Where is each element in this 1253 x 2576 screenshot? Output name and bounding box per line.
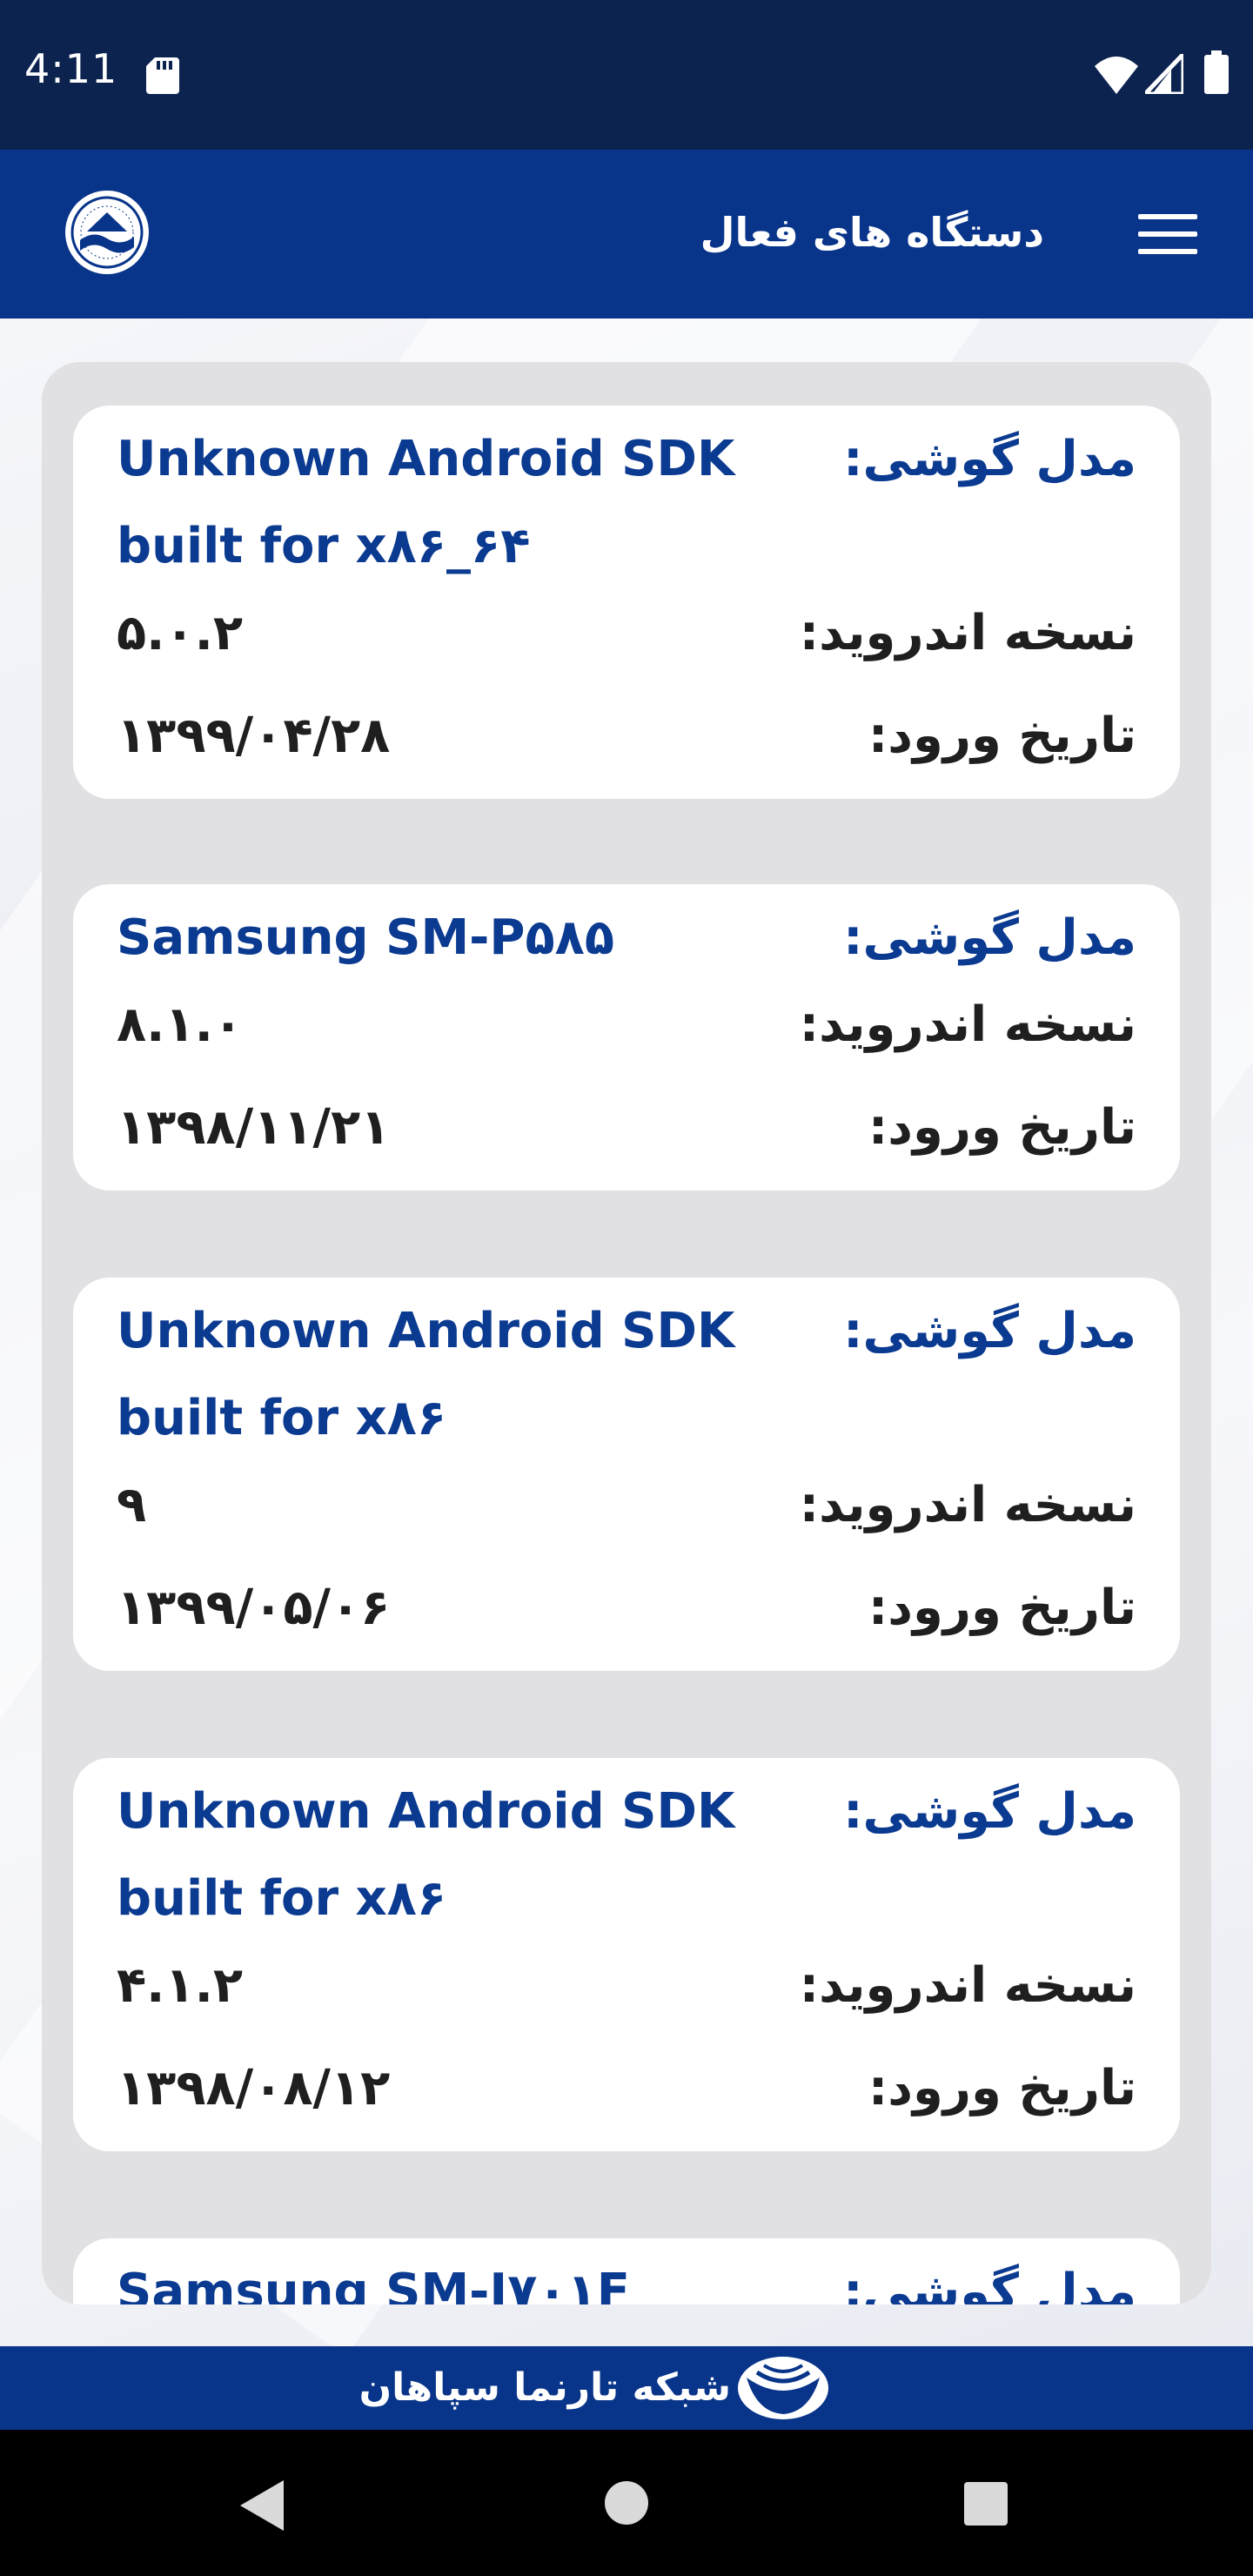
home-icon[interactable] — [604, 2480, 649, 2526]
recents-icon[interactable] — [964, 2482, 1008, 2526]
tarnama-logo — [738, 2357, 828, 2419]
wifi-icon — [1095, 57, 1138, 94]
signal-icon — [1145, 54, 1183, 94]
login-date-label: تاریخ ورود: — [868, 2060, 1136, 2116]
device-card: مدل گوشی: Unknown Android SDK built for … — [73, 1758, 1180, 2151]
model-label: مدل گوشی: — [843, 2264, 1136, 2304]
android-version-value: ۹ — [117, 1477, 147, 1533]
model-row: مدل گوشی: Unknown Android SDK built for … — [73, 416, 1180, 590]
back-icon[interactable] — [235, 2477, 287, 2534]
status-time: 4:11 — [24, 45, 118, 92]
login-date-label: تاریخ ورود: — [868, 1099, 1136, 1156]
footer: شبکه تارنما سپاهان — [0, 2346, 1253, 2430]
devices-list[interactable]: مدل گوشی: Unknown Android SDK built for … — [42, 362, 1211, 2304]
model-value: Samsung SM-P۵۸۵ — [117, 909, 615, 966]
model-value: Unknown Android SDK built for x۸۶ — [117, 1303, 735, 1446]
model-value: Unknown Android SDK built for x۸۶ — [117, 1783, 735, 1927]
android-version-value: ۵.۰.۲ — [117, 605, 244, 661]
login-date-label: تاریخ ورود: — [868, 708, 1136, 764]
model-row: مدل گوشی: Samsung SM-P۵۸۵ — [73, 895, 1180, 982]
status-bar: 4:11 — [0, 0, 1253, 150]
android-version-label: نسخه اندروید: — [799, 996, 1136, 1053]
android-version-row: نسخه اندروید: ۸.۱.۰ — [73, 982, 1180, 1069]
model-value: Unknown Android SDK built for x۸۶_۶۴ — [117, 431, 735, 574]
login-date-row: تاریخ ورود: ۱۳۹۹/۰۵/۰۶ — [73, 1565, 1180, 1652]
battery-icon — [1204, 50, 1229, 94]
model-label: مدل گوشی: — [843, 909, 1136, 966]
model-value: Samsung SM-J۷۰۱F — [117, 2264, 631, 2304]
device-card: مدل گوشی: Unknown Android SDK built for … — [73, 406, 1180, 799]
login-date-row: تاریخ ورود: ۱۳۹۸/۰۸/۱۲ — [73, 2045, 1180, 2132]
login-date-row: تاریخ ورود: ۱۳۹۸/۱۱/۲۱ — [73, 1084, 1180, 1171]
model-row: مدل گوشی: Unknown Android SDK built for … — [73, 1768, 1180, 1942]
content-area: مدل گوشی: Unknown Android SDK built for … — [0, 319, 1253, 2346]
model-label: مدل گوشی: — [843, 1303, 1136, 1359]
login-date-value: ۱۳۹۹/۰۴/۲۸ — [117, 708, 391, 764]
login-date-value: ۱۳۹۹/۰۵/۰۶ — [117, 1580, 391, 1636]
android-version-row: نسخه اندروید: ۵.۰.۲ — [73, 590, 1180, 677]
model-label: مدل گوشی: — [843, 1783, 1136, 1840]
hamburger-menu-icon[interactable] — [1131, 209, 1204, 261]
android-version-value: ۴.۱.۲ — [117, 1957, 244, 2014]
android-version-value: ۸.۱.۰ — [117, 996, 244, 1053]
login-date-value: ۱۳۹۸/۰۸/۱۲ — [117, 2060, 391, 2116]
device-card: مدل گوشی: Samsung SM-P۵۸۵ نسخه اندروید: … — [73, 884, 1180, 1191]
device-card: مدل گوشی: Samsung SM-J۷۰۱F — [73, 2238, 1180, 2304]
android-version-label: نسخه اندروید: — [799, 1957, 1136, 2014]
login-date-label: تاریخ ورود: — [868, 1580, 1136, 1636]
login-date-value: ۱۳۹۸/۱۱/۲۱ — [117, 1099, 391, 1156]
login-date-row: تاریخ ورود: ۱۳۹۹/۰۴/۲۸ — [73, 693, 1180, 780]
footer-text: شبکه تارنما سپاهان — [358, 2365, 731, 2410]
page-title: دستگاه های فعال — [700, 209, 1044, 256]
sd-card-icon — [146, 57, 179, 94]
model-label: مدل گوشی: — [843, 431, 1136, 487]
android-version-row: نسخه اندروید: ۹ — [73, 1462, 1180, 1549]
water-company-logo — [65, 191, 149, 274]
system-nav-bar — [0, 2430, 1253, 2576]
device-card: مدل گوشی: Unknown Android SDK built for … — [73, 1278, 1180, 1671]
model-row: مدل گوشی: Samsung SM-J۷۰۱F — [73, 2249, 1180, 2304]
android-version-label: نسخه اندروید: — [799, 1477, 1136, 1533]
app-bar: دستگاه های فعال — [0, 150, 1253, 319]
android-version-label: نسخه اندروید: — [799, 605, 1136, 661]
model-row: مدل گوشی: Unknown Android SDK built for … — [73, 1288, 1180, 1462]
android-version-row: نسخه اندروید: ۴.۱.۲ — [73, 1942, 1180, 2029]
